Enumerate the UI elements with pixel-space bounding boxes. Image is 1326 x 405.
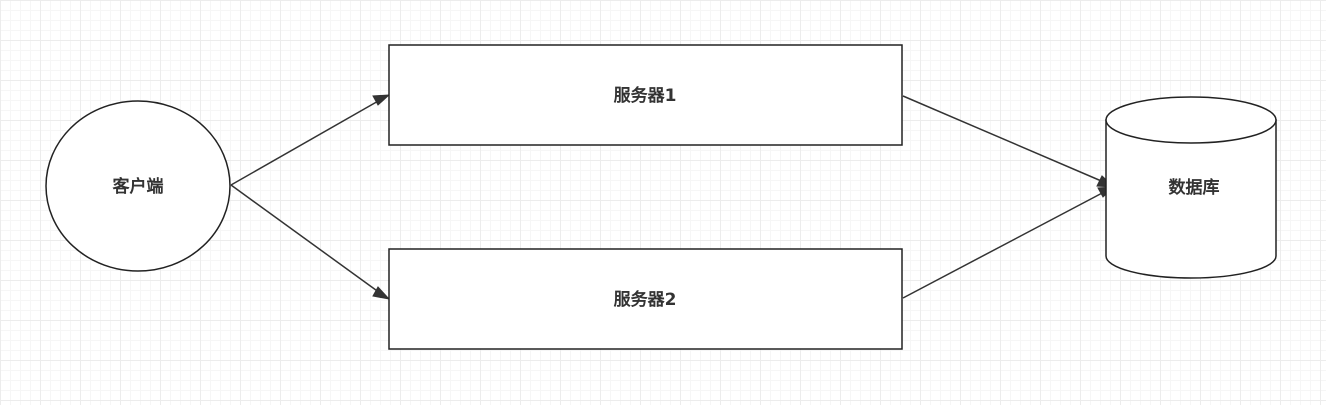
server2-node[interactable]: 服务器2 bbox=[388, 248, 903, 350]
database-node[interactable]: 数据库 bbox=[1105, 96, 1277, 279]
server1-label: 服务器1 bbox=[614, 85, 677, 106]
client-label: 客户端 bbox=[112, 176, 164, 197]
database-label: 数据库 bbox=[1169, 177, 1220, 198]
server2-label: 服务器2 bbox=[614, 289, 677, 310]
edge-server1-to-database bbox=[902, 95, 1116, 188]
client-node[interactable]: 客户端 bbox=[45, 100, 231, 272]
edge-server2-to-database bbox=[902, 186, 1116, 299]
edge-client-to-server1 bbox=[230, 94, 391, 186]
server1-node[interactable]: 服务器1 bbox=[388, 44, 903, 146]
edge-client-to-server2 bbox=[230, 184, 391, 300]
database-top bbox=[1105, 96, 1277, 144]
diagram-canvas: 客户端 服务器1 服务器2 数据库 bbox=[45, 44, 1277, 350]
